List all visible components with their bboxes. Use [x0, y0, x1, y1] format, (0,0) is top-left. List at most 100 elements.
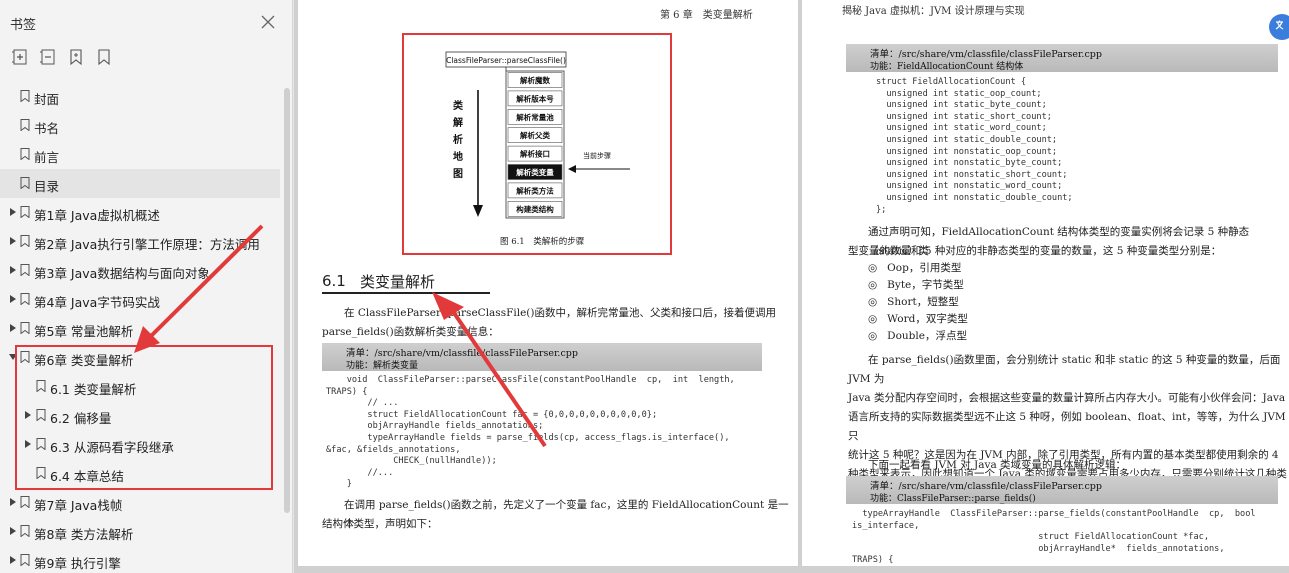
- bookmark-panel-header: 书签: [0, 0, 293, 42]
- figure-caption: 图 6.1 类解析的步骤: [500, 237, 585, 247]
- diagram-top-label: ClassFileParser::parseClassFile(): [446, 56, 566, 65]
- caret-right-icon[interactable]: [24, 411, 32, 419]
- caret-right-icon[interactable]: [9, 237, 17, 245]
- caret-right-icon[interactable]: [9, 208, 17, 216]
- bookmark-list: 封面书名前言目录第1章 Java虚拟机概述第2章 Java执行引擎工作原理：方法…: [0, 82, 280, 573]
- caret-right-icon[interactable]: [9, 295, 17, 303]
- class-parse-diagram: ClassFileParser::parseClassFile() 解析魔数解析…: [445, 51, 630, 219]
- sidebar-item[interactable]: 第5章 常量池解析: [0, 314, 280, 343]
- sidebar-item[interactable]: 书名: [0, 111, 280, 140]
- paragraph-struct-line2: 型变量的数量和 5 种对应的非静态类型的变量的数量，这 5 种变量类型分别是：: [848, 245, 1222, 257]
- bullet-text: Short，短整型: [887, 296, 959, 308]
- paragraph-intro-line1: 在 ClassFileParser::parseClassFile()函数中，解…: [344, 307, 776, 319]
- sidebar-item[interactable]: 6.1 类变量解析: [0, 372, 280, 401]
- sidebar-item[interactable]: 第1章 Java虚拟机概述: [0, 198, 280, 227]
- type-bullet-item: ◎ Byte，字节类型: [868, 277, 968, 294]
- bookmark-icon[interactable]: [96, 48, 112, 66]
- caret-right-icon[interactable]: [9, 498, 17, 506]
- caret-right-icon[interactable]: [9, 527, 17, 535]
- section-title: 类变量解析: [360, 273, 436, 291]
- diagram-step-label: 构建类结构: [516, 204, 554, 214]
- close-icon[interactable]: [259, 13, 277, 31]
- sidebar-item[interactable]: 第8章 类方法解析: [0, 517, 280, 546]
- listing-file: 清单：/src/share/vm/classfile/classFilePars…: [346, 348, 578, 359]
- listing-function: 功能：ClassFileParser::parse_fields(): [870, 494, 1036, 504]
- bookmark-icon: [20, 177, 30, 189]
- bullet-icon: ◎: [868, 262, 878, 274]
- bookmark-icon: [20, 148, 30, 160]
- sidebar-item[interactable]: 6.4 本章总结: [0, 459, 280, 488]
- collapse-all-icon[interactable]: [40, 48, 56, 66]
- listing-function: 功能：FieldAllocationCount 结构体: [870, 62, 1024, 72]
- add-bookmark-icon[interactable]: [68, 48, 84, 66]
- bullet-text: Word，双字类型: [887, 313, 968, 325]
- sidebar-item-label: 封面: [34, 92, 60, 107]
- sidebar-item[interactable]: 第9章 执行引擎: [0, 546, 280, 573]
- figure-6-1: ClassFileParser::parseClassFile() 解析魔数 解析…: [402, 33, 672, 255]
- diagram-side-char: 地: [453, 150, 463, 163]
- diagram-side-char: 解: [453, 116, 463, 129]
- listing-function: 功能：解析类变量: [346, 361, 419, 371]
- caret-right-icon[interactable]: [9, 556, 17, 564]
- sidebar-item-label: 6.1 类变量解析: [50, 382, 137, 397]
- bookmark-icon: [20, 525, 30, 537]
- translate-button[interactable]: [1269, 14, 1289, 40]
- running-head-right: 揭秘 Java 虚拟机：JVM 设计原理与实现: [842, 6, 1025, 17]
- diagram-side-char: 类: [453, 99, 463, 112]
- sidebar-item[interactable]: 6.2 偏移量: [0, 401, 280, 430]
- translate-icon: [1275, 20, 1284, 30]
- bookmark-scrollbar[interactable]: [284, 88, 290, 513]
- sidebar-item-label: 第4章 Java字节码实战: [34, 295, 160, 310]
- bullet-icon: ◎: [868, 330, 878, 342]
- caret-right-icon[interactable]: [9, 266, 17, 274]
- paragraph-fac-line2: 结构体类型，声明如下：: [322, 518, 438, 530]
- pdf-page-left: 第 6 章 类变量解析 ClassFileParser::parseClassF…: [298, 0, 798, 566]
- sidebar-item[interactable]: 第7章 Java栈帧: [0, 488, 280, 517]
- sidebar-item-label: 第6章 类变量解析: [34, 353, 134, 368]
- sidebar-item-label: 前言: [34, 150, 60, 165]
- sidebar-item[interactable]: 前言: [0, 140, 280, 169]
- sidebar-item[interactable]: 第4章 Java字节码实战: [0, 285, 280, 314]
- bookmark-toolbar: [12, 48, 112, 70]
- listing-file: 清单：/src/share/vm/classfile/classFilePars…: [870, 49, 1102, 60]
- code-block-struct: struct FieldAllocationCount { unsigned i…: [876, 77, 1073, 215]
- caret-down-icon[interactable]: [9, 353, 17, 361]
- bullet-text: Oop，引用类型: [887, 262, 962, 274]
- bookmark-icon: [20, 351, 30, 363]
- caret-right-icon[interactable]: [9, 324, 17, 332]
- sidebar-item[interactable]: 第6章 类变量解析: [0, 343, 280, 372]
- diagram-side-char: 析: [453, 133, 463, 146]
- sidebar-item[interactable]: 第2章 Java执行引擎工作原理：方法调用: [0, 227, 280, 256]
- type-bullet-item: ◎ Short，短整型: [868, 294, 968, 311]
- sidebar-item[interactable]: 第3章 Java数据结构与面向对象: [0, 256, 280, 285]
- bookmark-icon: [20, 293, 30, 305]
- code-listing-header-struct: 清单：/src/share/vm/classfile/classFilePars…: [846, 44, 1278, 72]
- caret-right-icon[interactable]: [24, 440, 32, 448]
- sidebar-item[interactable]: 封面: [0, 82, 280, 111]
- diagram-step-label: 解析版本号: [516, 93, 554, 103]
- sidebar-item[interactable]: 目录: [0, 169, 280, 198]
- bookmark-icon: [20, 554, 30, 566]
- paragraph-line: Java 类分配内存空间时，会根据这些变量的数量计算所占内存大小。可能有小伙伴会…: [848, 392, 1286, 404]
- sidebar-item-label: 6.3 从源码看字段继承: [50, 440, 174, 455]
- listing-file: 清单：/src/share/vm/classfile/classFilePars…: [870, 481, 1102, 492]
- diagram-side-char: 图: [453, 168, 463, 180]
- paragraph-line: 在 parse_fields()函数里面，会分别统计 static 和非 sta…: [848, 354, 1281, 385]
- expand-all-icon[interactable]: [12, 48, 28, 66]
- diagram-step-label: 解析类变量: [516, 167, 554, 177]
- diagram-step-label: 解析父类: [520, 130, 550, 140]
- sidebar-item-label: 第9章 执行引擎: [34, 556, 121, 571]
- code-listing-header-parse-fields: 清单：/src/share/vm/classfile/classFilePars…: [846, 476, 1278, 504]
- bookmark-panel-title: 书签: [10, 18, 37, 33]
- sidebar-item-label: 目录: [34, 179, 60, 194]
- bookmark-icon: [20, 235, 30, 247]
- paragraph-line: 语言所支持的实际数据类型远不止这 5 种呀，例如 boolean、float、i…: [848, 411, 1286, 442]
- bookmark-icon: [36, 438, 46, 450]
- sidebar-item-label: 6.4 本章总结: [50, 469, 124, 484]
- sidebar-item[interactable]: 6.3 从源码看字段继承: [0, 430, 280, 459]
- section-underline: [322, 292, 490, 294]
- bullet-text: Double，浮点型: [887, 330, 967, 342]
- section-number: 6.1: [322, 272, 346, 290]
- sidebar-item-label: 第1章 Java虚拟机概述: [34, 208, 160, 223]
- sidebar-item-label: 6.2 偏移量: [50, 411, 112, 426]
